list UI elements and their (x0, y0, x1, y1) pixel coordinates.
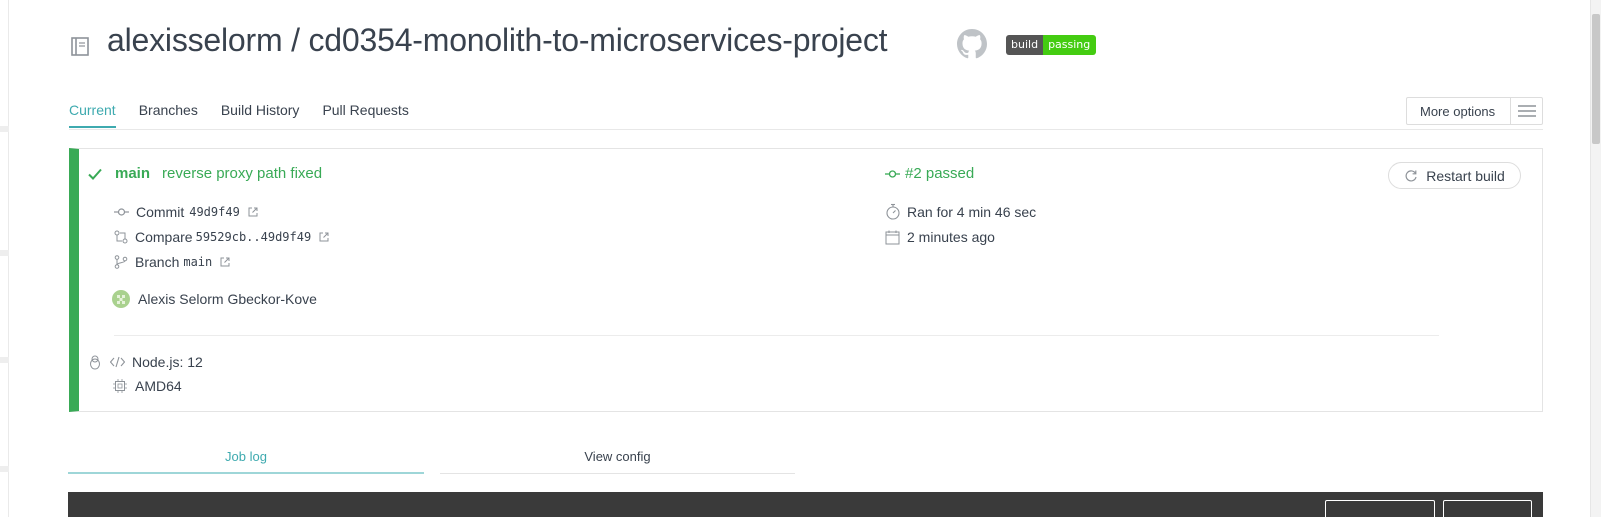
scrollbar-thumb[interactable] (1592, 14, 1600, 144)
linux-icon (90, 355, 100, 369)
compare-label: Compare (135, 229, 193, 245)
build-summary-card: main reverse proxy path fixed #2 passed … (69, 148, 1543, 412)
gutter-marker (0, 126, 9, 132)
compare-range[interactable]: 59529cb..49d9f49 (196, 230, 312, 244)
branch-icon (114, 255, 128, 269)
gutter-marker (0, 250, 9, 256)
tab-build-history[interactable]: Build History (221, 102, 300, 128)
external-link-icon[interactable] (319, 232, 329, 242)
github-icon[interactable] (957, 29, 987, 59)
language-row: Node.js: 12 (89, 354, 203, 370)
left-gutter (0, 0, 9, 517)
hamburger-menu-icon[interactable] (1511, 104, 1542, 118)
commit-icon (114, 208, 129, 216)
build-status[interactable]: #2 passed (885, 165, 974, 182)
more-options-label: More options (1407, 98, 1511, 124)
restart-build-button[interactable]: Restart build (1388, 162, 1521, 189)
gutter-marker (0, 466, 9, 472)
cpu-icon (113, 379, 127, 393)
card-divider (114, 335, 1439, 336)
arch-row: AMD64 (113, 378, 182, 394)
compare-row[interactable]: Compare 59529cb..49d9f49 (114, 229, 329, 245)
gutter-marker (0, 357, 9, 363)
tab-job-log[interactable]: Job log (68, 449, 424, 474)
build-number-status: #2 passed (905, 165, 975, 182)
author-row: Alexis Selorm Gbeckor-Kove (112, 290, 317, 308)
check-icon (88, 168, 102, 180)
commit-hash[interactable]: 49d9f49 (189, 205, 240, 219)
code-icon (110, 356, 125, 368)
page-scrollbar[interactable] (1568, 0, 1601, 517)
external-link-icon[interactable] (248, 207, 258, 217)
badge-label: build (1006, 35, 1044, 55)
repo-book-icon (71, 37, 89, 56)
avatar (112, 290, 130, 308)
job-log-panel (68, 492, 1543, 517)
branch-name[interactable]: main (183, 255, 212, 269)
stopwatch-icon (886, 203, 900, 220)
tab-view-config[interactable]: View config (440, 449, 795, 474)
compare-icon (114, 230, 128, 244)
build-duration: Ran for 4 min 46 sec (907, 203, 1037, 220)
log-toolbar-button[interactable] (1443, 500, 1532, 517)
duration-row: Ran for 4 min 46 sec (885, 203, 1036, 220)
commit-label: Commit (136, 204, 185, 220)
branch-row[interactable]: Branch main (114, 254, 230, 270)
log-toolbar-button[interactable] (1325, 500, 1435, 517)
tab-current[interactable]: Current (69, 102, 116, 128)
external-link-icon[interactable] (220, 257, 230, 267)
build-branch[interactable]: main (115, 165, 150, 182)
build-heading: main reverse proxy path fixed (87, 165, 322, 182)
commit-icon (885, 169, 900, 178)
commit-message: reverse proxy path fixed (162, 165, 323, 182)
repo-tabs: Current Branches Build History Pull Requ… (69, 102, 432, 128)
job-language: Node.js: 12 (132, 354, 203, 370)
build-finished: 2 minutes ago (907, 229, 995, 245)
author-name: Alexis Selorm Gbeckor-Kove (138, 291, 317, 307)
build-status-badge[interactable]: build passing (1006, 35, 1097, 55)
commit-row[interactable]: Commit 49d9f49 (114, 204, 258, 220)
restart-icon (1405, 169, 1417, 181)
badge-status: passing (1043, 35, 1097, 55)
repo-title[interactable]: alexisselorm / cd0354-monolith-to-micros… (107, 22, 888, 59)
tab-branches[interactable]: Branches (139, 102, 198, 128)
branch-label: Branch (135, 254, 180, 270)
calendar-icon (885, 230, 900, 244)
tabs-divider (69, 129, 1543, 130)
tab-pull-requests[interactable]: Pull Requests (322, 102, 408, 128)
more-options-button[interactable]: More options (1406, 97, 1543, 125)
finished-row: 2 minutes ago (885, 229, 995, 245)
restart-build-label: Restart build (1426, 167, 1505, 184)
job-arch: AMD64 (135, 378, 182, 394)
